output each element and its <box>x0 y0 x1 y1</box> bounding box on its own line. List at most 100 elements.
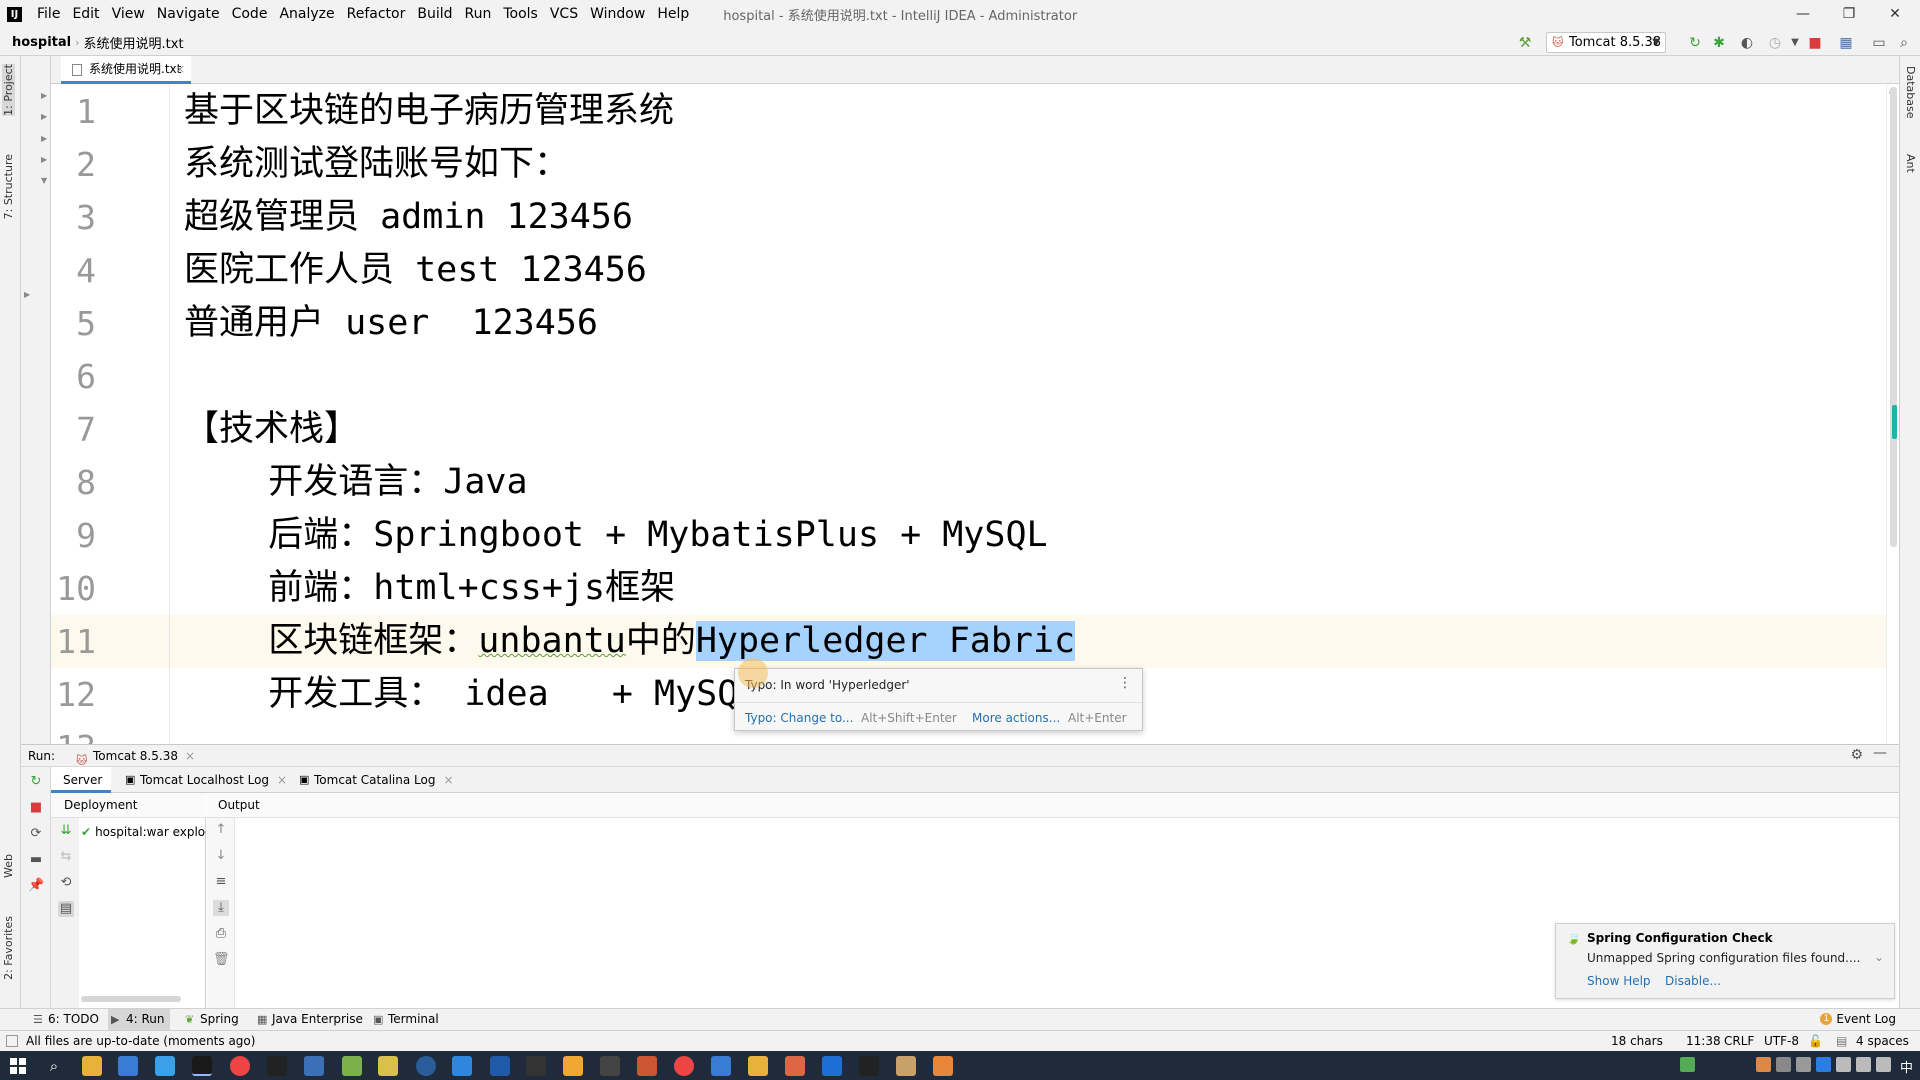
tray-icon[interactable] <box>1680 1057 1695 1072</box>
app-icon[interactable] <box>896 1056 916 1076</box>
profile-icon[interactable]: ◷ <box>1766 34 1784 52</box>
code-line[interactable]: 超级管理员 admin 123456 <box>184 191 633 244</box>
tab-web[interactable]: Web <box>2 854 15 878</box>
close-tab-icon[interactable]: × <box>185 745 195 767</box>
volume-icon[interactable] <box>1856 1057 1871 1072</box>
app-icon[interactable] <box>342 1056 362 1076</box>
code-line[interactable]: 基于区块链的电子病历管理系统 <box>184 85 674 138</box>
horizontal-scrollbar[interactable] <box>81 996 181 1002</box>
refresh-icon[interactable]: ⟳ <box>28 826 44 842</box>
minimize-panel-icon[interactable]: — <box>1873 745 1887 761</box>
tool-todo[interactable]: ☰ 6: TODO <box>30 1009 99 1030</box>
chevron-down-icon[interactable]: ⌄ <box>1874 950 1884 964</box>
disable-link[interactable]: Disable... <box>1665 974 1721 988</box>
print-icon[interactable]: ⎙ <box>213 926 229 942</box>
code-line[interactable]: 开发语言：Java <box>184 456 527 509</box>
menu-vcs[interactable]: VCS <box>544 0 584 29</box>
app-icon[interactable] <box>416 1056 436 1076</box>
deployment-item[interactable]: ✔hospital:war exploded <box>81 825 206 839</box>
tool-event-log[interactable]: 1 Event Log <box>1820 1009 1896 1030</box>
layout-icon[interactable]: ▬ <box>28 852 44 868</box>
tool-terminal[interactable]: ▣ Terminal <box>370 1009 439 1030</box>
toggle-tool-windows-icon[interactable] <box>6 1035 18 1047</box>
code-line[interactable]: 普通用户 user 123456 <box>184 297 598 350</box>
tree-expand-icon[interactable]: ▶ <box>41 112 47 121</box>
breadcrumb-file[interactable]: 系统使用说明.txt <box>80 33 188 52</box>
run-configuration-dropdown[interactable]: 🐱 Tomcat 8.5.38 ▼ <box>1546 32 1666 53</box>
tray-icon[interactable] <box>1876 1057 1891 1072</box>
code-line[interactable]: 系统测试登陆账号如下： <box>184 138 569 191</box>
editor-scrollbar[interactable]: ✔ <box>1886 85 1899 744</box>
code-line[interactable]: 后端：Springboot + MybatisPlus + MySQL <box>184 509 1047 562</box>
intellij-alt-icon[interactable] <box>267 1056 287 1076</box>
file-encoding[interactable]: UTF-8 <box>1764 1034 1799 1048</box>
app-icon[interactable] <box>822 1056 842 1076</box>
arrow-up-icon[interactable]: ↑ <box>213 822 229 838</box>
tab-favorites[interactable]: 2: Favorites <box>2 916 15 980</box>
tree-expand-icon[interactable]: ▶ <box>41 155 47 164</box>
change-to-link[interactable]: Typo: Change to... <box>745 711 853 725</box>
file-explorer-icon[interactable] <box>82 1056 102 1076</box>
typo-word[interactable]: unbantu <box>478 621 626 661</box>
show-toolbar-icon[interactable]: ▤ <box>58 901 74 917</box>
indent-setting[interactable]: 4 spaces <box>1856 1034 1909 1048</box>
menu-build[interactable]: Build <box>411 0 458 29</box>
editor-text-area[interactable]: 基于区块链的电子病历管理系统 系统测试登陆账号如下： 超级管理员 admin 1… <box>170 85 1899 744</box>
code-line[interactable]: 前端：html+css+js框架 <box>184 562 675 615</box>
search-icon[interactable]: ⌕ <box>1895 34 1913 52</box>
selected-text[interactable]: Hyperledger Fabric <box>695 621 1076 661</box>
scroll-to-end-icon[interactable]: ⤓ <box>213 900 229 916</box>
menu-window[interactable]: Window <box>584 0 651 29</box>
more-actions-link[interactable]: More actions... <box>972 711 1060 725</box>
close-tab-icon[interactable]: × <box>175 56 185 82</box>
stop-icon[interactable]: ■ <box>1806 34 1824 52</box>
close-icon[interactable]: ✕ <box>1872 0 1918 29</box>
tab-database[interactable]: Database <box>1904 66 1917 119</box>
app-icon[interactable] <box>748 1056 768 1076</box>
chrome-icon[interactable] <box>674 1056 694 1076</box>
tab-ant[interactable]: Ant <box>1904 154 1917 173</box>
lock-icon[interactable]: 🔓 <box>1808 1034 1823 1048</box>
tray-icon[interactable] <box>1776 1057 1791 1072</box>
network-icon[interactable] <box>1836 1057 1851 1072</box>
menu-help[interactable]: Help <box>651 0 695 29</box>
search-icon[interactable]: ⌕ <box>44 1056 64 1076</box>
stop-icon[interactable]: ■ <box>28 800 44 816</box>
trash-icon[interactable]: 🗑 <box>213 952 230 968</box>
close-tab-icon[interactable]: × <box>277 773 287 787</box>
gear-icon[interactable]: ⚙ <box>1850 747 1863 763</box>
tray-icon[interactable] <box>1756 1057 1771 1072</box>
soft-wrap-icon[interactable]: ≡ <box>213 874 229 890</box>
code-line[interactable]: 【技术栈】 <box>184 403 359 456</box>
menu-file[interactable]: File <box>31 0 66 29</box>
breadcrumb-project[interactable]: hospital <box>0 35 75 50</box>
menu-navigate[interactable]: Navigate <box>151 0 226 29</box>
tree-expand-icon[interactable]: ▶ <box>41 134 47 143</box>
line-separator[interactable]: CRLF <box>1724 1034 1754 1048</box>
chevron-down-icon[interactable]: ▼ <box>1786 34 1804 52</box>
menu-view[interactable]: View <box>106 0 151 29</box>
app-icon[interactable] <box>304 1056 324 1076</box>
app-icon[interactable] <box>785 1056 805 1076</box>
run-tab-tomcat[interactable]: 🐱 Tomcat 8.5.38 × <box>73 745 201 767</box>
chrome-icon[interactable] <box>230 1056 250 1076</box>
tree-expand-icon[interactable]: ▶ <box>41 91 47 100</box>
browser-icon[interactable] <box>155 1056 175 1076</box>
project-structure-icon[interactable]: ▦ <box>1837 34 1855 52</box>
tree-expand-icon[interactable]: ▶ <box>24 290 30 299</box>
menu-analyze[interactable]: Analyze <box>273 0 340 29</box>
input-method-indicator[interactable]: 中 <box>1900 1057 1913 1076</box>
app-icon[interactable] <box>637 1056 657 1076</box>
tray-icon[interactable] <box>1796 1057 1811 1072</box>
rerun-icon[interactable]: ↻ <box>1686 34 1704 52</box>
debug-icon[interactable]: ✱ <box>1710 34 1728 52</box>
more-vertical-icon[interactable]: ⋮ <box>1118 675 1132 691</box>
notepad-icon[interactable] <box>378 1056 398 1076</box>
app-icon[interactable] <box>526 1056 546 1076</box>
menu-tools[interactable]: Tools <box>497 0 544 29</box>
undeploy-icon[interactable]: ⇆ <box>58 849 74 865</box>
memory-icon[interactable]: ▤ <box>1836 1034 1847 1048</box>
menu-refactor[interactable]: Refactor <box>341 0 412 29</box>
arrow-down-icon[interactable]: ↓ <box>213 848 229 864</box>
tab-localhost-log[interactable]: ▣ Tomcat Localhost Log × <box>123 767 287 793</box>
